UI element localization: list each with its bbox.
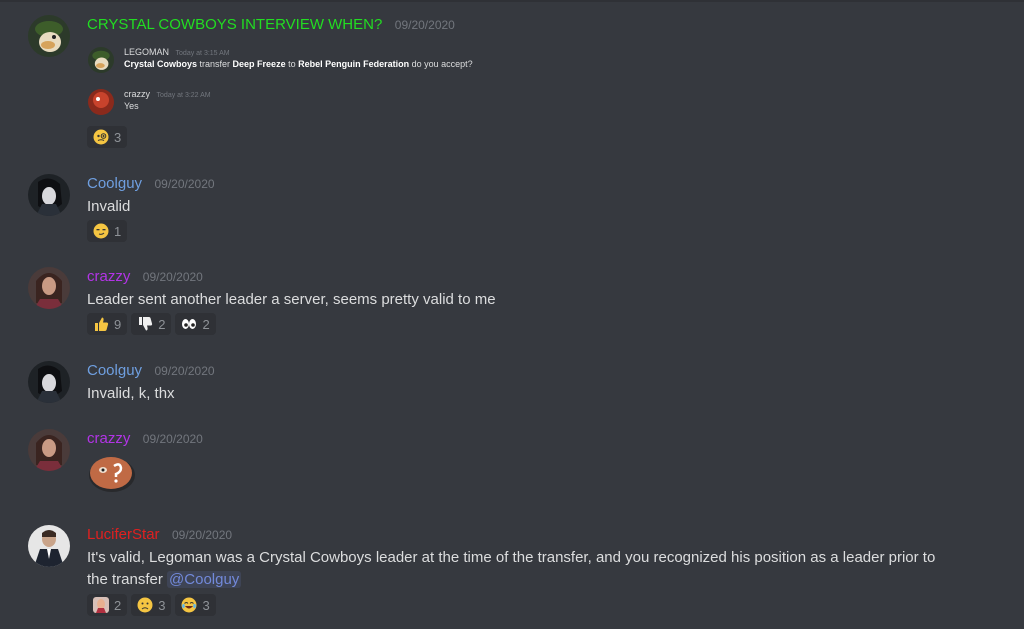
embed-timestamp: Today at 3:15 AM bbox=[175, 50, 230, 57]
duck-avatar-icon bbox=[88, 47, 114, 73]
timestamp: 09/20/2020 bbox=[142, 270, 203, 284]
face-emoji-icon bbox=[93, 597, 109, 613]
reactions: 9 2 2 bbox=[87, 313, 216, 335]
embedded-message: crazzy Today at 3:22 AM Yes bbox=[88, 89, 388, 119]
avatar[interactable] bbox=[28, 525, 70, 567]
avatar[interactable] bbox=[28, 174, 70, 216]
reactions: 3 bbox=[87, 126, 128, 148]
frown-emoji-icon bbox=[137, 597, 153, 613]
embed-text: Crystal Cowboys transfer Deep Freeze to … bbox=[124, 59, 473, 69]
username[interactable]: crazzy bbox=[87, 430, 130, 447]
dark-avatar-icon bbox=[28, 361, 70, 403]
sticker[interactable] bbox=[87, 454, 137, 499]
embed-text-part: Crystal Cowboys bbox=[124, 59, 198, 69]
reaction[interactable]: 1 bbox=[87, 220, 128, 242]
avatar[interactable] bbox=[28, 15, 70, 57]
woman-avatar-icon bbox=[28, 267, 70, 309]
username[interactable]: CRYSTAL COWBOYS INTERVIEW WHEN? bbox=[87, 16, 382, 33]
embed-text-part: Rebel Penguin Federation bbox=[298, 59, 410, 69]
timestamp: 09/20/2020 bbox=[394, 18, 455, 32]
embed-text-part: do you accept? bbox=[409, 59, 473, 69]
reaction[interactable]: 3 bbox=[87, 126, 128, 148]
message-text: Invalid, k, thx bbox=[87, 385, 175, 402]
thumbs-up-emoji-icon bbox=[95, 317, 109, 331]
reaction[interactable]: 2 bbox=[87, 594, 128, 616]
reaction-count: 2 bbox=[202, 316, 210, 332]
timestamp: 09/20/2020 bbox=[154, 364, 215, 378]
reaction[interactable]: 3 bbox=[175, 594, 216, 616]
reaction[interactable]: 2 bbox=[131, 313, 172, 335]
message-text-part: the transfer bbox=[87, 571, 168, 588]
confused-face-sticker-icon bbox=[89, 457, 135, 492]
embed-text-part: to bbox=[285, 59, 299, 69]
red-avatar-icon bbox=[88, 89, 114, 115]
embed-text-part: Deep Freeze bbox=[232, 59, 286, 69]
embed-text: Yes bbox=[124, 101, 139, 111]
timestamp: 09/20/2020 bbox=[172, 528, 233, 542]
embed-username: LEGOMAN bbox=[124, 47, 170, 57]
message-text-line: the transfer @Coolguy bbox=[87, 569, 1007, 591]
monocle-emoji-icon bbox=[93, 129, 109, 145]
duck-avatar-icon bbox=[28, 15, 70, 57]
embedded-message: LEGOMAN Today at 3:15 AM Crystal Cowboys… bbox=[88, 47, 688, 77]
reaction-count: 3 bbox=[158, 597, 166, 613]
joy-emoji-icon bbox=[181, 597, 197, 613]
reaction-count: 2 bbox=[158, 316, 166, 332]
avatar[interactable] bbox=[28, 429, 70, 471]
top-divider bbox=[0, 0, 1024, 2]
reaction-count: 3 bbox=[202, 597, 210, 613]
username[interactable]: LuciferStar bbox=[87, 526, 160, 543]
reactions: 2 3 3 bbox=[87, 594, 216, 616]
reaction[interactable]: 3 bbox=[131, 594, 172, 616]
smirk-emoji-icon bbox=[93, 223, 109, 239]
reaction-count: 1 bbox=[114, 223, 122, 239]
reaction[interactable]: 2 bbox=[175, 313, 216, 335]
suit-avatar-icon bbox=[28, 525, 70, 567]
avatar[interactable] bbox=[28, 267, 70, 309]
username[interactable]: Coolguy bbox=[87, 175, 142, 192]
reaction-count: 9 bbox=[114, 316, 122, 332]
username[interactable]: Coolguy bbox=[87, 362, 142, 379]
timestamp: 09/20/2020 bbox=[154, 177, 215, 191]
timestamp: 09/20/2020 bbox=[142, 432, 203, 446]
avatar bbox=[88, 89, 114, 115]
message-text-line: It's valid, Legoman was a Crystal Cowboy… bbox=[87, 549, 936, 566]
username[interactable]: crazzy bbox=[87, 268, 130, 285]
dark-avatar-icon bbox=[28, 174, 70, 216]
embed-text-part: transfer bbox=[197, 59, 233, 69]
avatar bbox=[88, 47, 114, 73]
user-mention[interactable]: @Coolguy bbox=[167, 571, 242, 588]
message-text: Invalid bbox=[87, 198, 131, 215]
eyes-emoji-icon bbox=[182, 319, 197, 329]
message-text: It's valid, Legoman was a Crystal Cowboy… bbox=[87, 547, 1007, 591]
embed-username: crazzy bbox=[124, 89, 151, 99]
reaction-count: 2 bbox=[114, 597, 122, 613]
thumbs-down-emoji-icon bbox=[139, 317, 153, 331]
woman-avatar-icon bbox=[28, 429, 70, 471]
reaction-count: 3 bbox=[114, 129, 122, 145]
reaction[interactable]: 9 bbox=[87, 313, 128, 335]
reactions: 1 bbox=[87, 220, 128, 242]
avatar[interactable] bbox=[28, 361, 70, 403]
embed-timestamp: Today at 3:22 AM bbox=[156, 92, 211, 99]
message-text: Leader sent another leader a server, see… bbox=[87, 291, 496, 308]
